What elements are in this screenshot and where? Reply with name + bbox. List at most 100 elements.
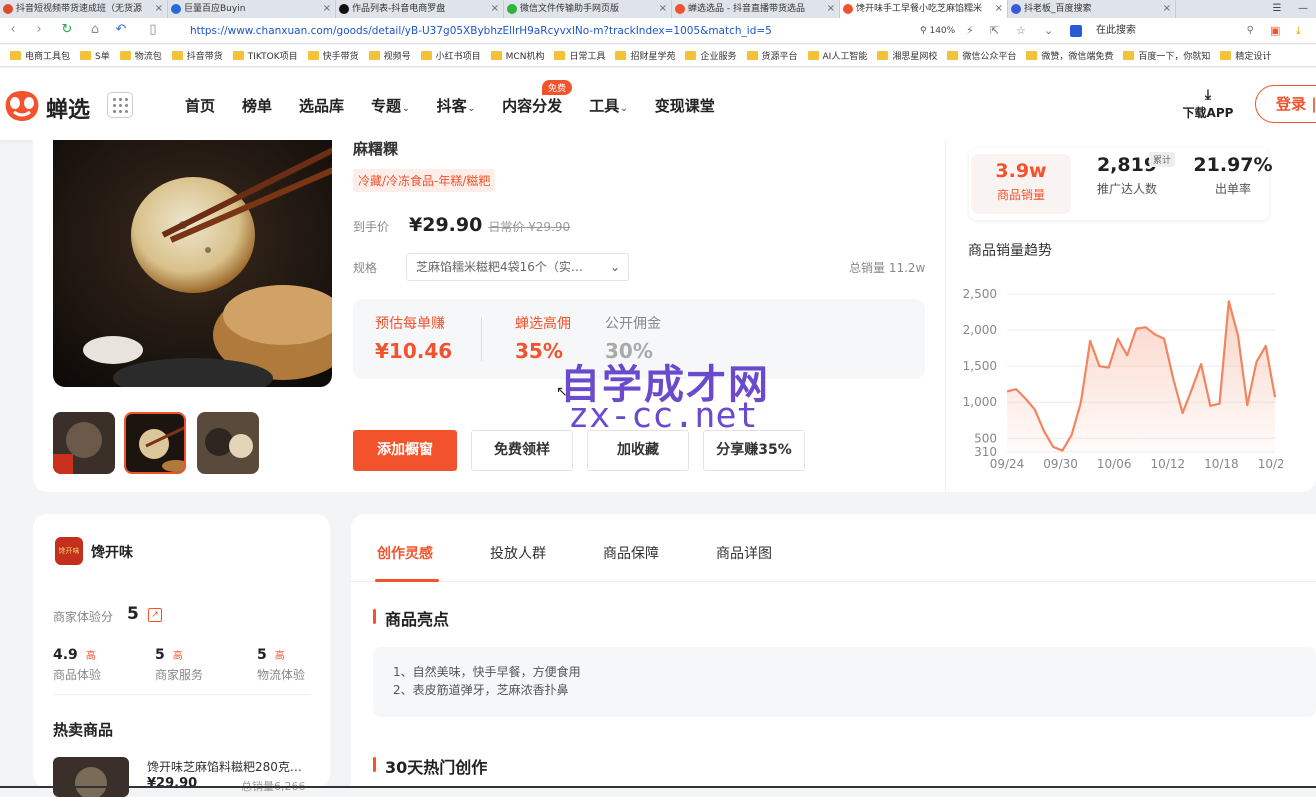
translate-icon[interactable]: ▣ xyxy=(1270,22,1280,40)
chevron-down-icon[interactable]: ⌄ xyxy=(1044,22,1053,40)
forward-icon[interactable]: › xyxy=(30,22,48,37)
bookmark-item[interactable]: S单 xyxy=(80,49,110,62)
shop-logo[interactable]: 馋开味 xyxy=(55,537,83,565)
zoom-level[interactable]: ⚲ 140% xyxy=(920,22,955,40)
browser-tab[interactable]: 微信文件传输助手网页版 × xyxy=(504,0,672,18)
nav-item[interactable]: 选品库 xyxy=(299,95,344,116)
nav-item[interactable]: 专题⌄ xyxy=(371,95,410,116)
thumbnail-1[interactable] xyxy=(53,412,115,474)
x-tick-label: 10/12 xyxy=(1151,457,1186,471)
browser-search-box[interactable]: 在此搜索 ⚲ xyxy=(1068,22,1258,40)
undo-icon[interactable]: ↶ xyxy=(112,22,130,37)
bookmark-item[interactable]: MCN机构 xyxy=(490,49,544,62)
subscore-product: 4.9 高 商品体验 xyxy=(53,644,101,683)
category-tag[interactable]: 冷藏/冷冻食品-年糕/糍粑 xyxy=(353,169,496,192)
tab-audience[interactable]: 投放人群 xyxy=(490,543,546,563)
tab-favicon-icon xyxy=(507,4,517,14)
reader-icon[interactable]: ▯ xyxy=(144,22,162,37)
browser-tab[interactable]: 抖音短视频带货速成班（无货源 × xyxy=(0,0,168,18)
bookmark-item[interactable]: 微赞，微信端免费 xyxy=(1026,49,1113,62)
bookmark-label: 物流包 xyxy=(134,52,162,62)
nav-item[interactable]: 变现课堂 xyxy=(655,95,715,116)
close-icon[interactable]: × xyxy=(1163,0,1171,18)
browser-tab[interactable]: 巨量百应Buyin × xyxy=(168,0,336,18)
free-sample-button[interactable]: 免费领样 xyxy=(471,430,573,471)
shop-name[interactable]: 馋开味 xyxy=(91,542,133,562)
thumbnail-2[interactable] xyxy=(124,412,186,474)
subscore-label: 商家服务 xyxy=(155,668,204,682)
close-icon[interactable]: × xyxy=(323,0,331,18)
hot-product-price: ¥29.90 xyxy=(147,776,198,791)
bookmark-item[interactable]: 快手带货 xyxy=(307,49,359,62)
nav-item[interactable]: 榜单 xyxy=(242,95,272,116)
close-icon[interactable]: × xyxy=(659,0,667,18)
add-to-showcase-button[interactable]: 添加橱窗 xyxy=(353,430,457,471)
logo-text[interactable]: 蝉选 xyxy=(46,92,90,124)
minimize-icon[interactable]: — xyxy=(1290,0,1316,18)
hot-product-image[interactable] xyxy=(53,757,129,797)
bookmark-item[interactable]: 小红书项目 xyxy=(420,49,481,62)
apps-grid-icon[interactable] xyxy=(107,92,133,118)
tab-detail-images[interactable]: 商品详图 xyxy=(716,543,772,563)
tab-title: 蝉选选品 - 抖音直播带货选品 xyxy=(688,4,805,14)
share-earn-button[interactable]: 分享赚35% xyxy=(703,430,805,471)
bookmark-item[interactable]: 货源平台 xyxy=(746,49,798,62)
menu-icon[interactable]: ☰ xyxy=(1264,0,1290,18)
close-icon[interactable]: × xyxy=(995,0,1003,18)
lightning-icon[interactable]: ⚡ xyxy=(966,22,974,40)
shop-score-value: 5 xyxy=(127,604,139,624)
refresh-icon[interactable]: ↻ xyxy=(58,22,76,37)
bookmark-item[interactable]: 视频号 xyxy=(368,49,411,62)
bookmark-item[interactable]: TIKTOK项目 xyxy=(232,49,298,62)
nav-item-label: 选品库 xyxy=(299,97,345,115)
bookmark-item[interactable]: 电商工具包 xyxy=(10,49,70,62)
nav-item[interactable]: 首页 xyxy=(185,95,215,116)
browser-tab[interactable]: 作品列表-抖音电商罗盘 × xyxy=(336,0,504,18)
bookmark-item[interactable]: 抖音带货 xyxy=(171,49,223,62)
browser-tab[interactable]: 馋开味手工早餐小吃芝麻馅糯米 × xyxy=(840,0,1008,18)
product-title: 麻糬粿 xyxy=(353,140,399,158)
nav-item-label: 抖客 xyxy=(436,97,467,115)
bookmark-item[interactable]: 日常工具 xyxy=(554,49,605,62)
bookmark-item[interactable]: 微信公众平台 xyxy=(947,49,1016,62)
hot-product-name[interactable]: 馋开味芝麻馅料糍粑280克… xyxy=(147,758,302,775)
nav-item[interactable]: 抖客⌄ xyxy=(437,95,476,116)
close-icon[interactable]: × xyxy=(491,0,499,18)
nav-item[interactable]: 内容分发 xyxy=(502,95,562,116)
bookmark-item[interactable]: AI人工智能 xyxy=(807,49,867,62)
login-button[interactable]: 登录 | xyxy=(1255,85,1316,123)
thumbnail-3[interactable] xyxy=(197,412,259,474)
subscore-value: 4.9 xyxy=(53,647,78,663)
bookmark-label: 百度一下，你就知 xyxy=(1138,52,1211,62)
bookmark-item[interactable]: 精定设计 xyxy=(1220,49,1271,62)
x-tick-label: 10/23 xyxy=(1258,457,1283,471)
bookmark-item[interactable]: 企业服务 xyxy=(685,49,737,62)
download-app-button[interactable]: ⤓ 下载APP xyxy=(1180,88,1236,121)
star-icon[interactable]: ☆ xyxy=(1016,22,1026,40)
tab-inspiration[interactable]: 创作灵感 xyxy=(377,543,433,563)
close-icon[interactable]: × xyxy=(155,0,163,18)
bookmark-item[interactable]: 百度一下，你就知 xyxy=(1123,49,1210,62)
browser-tab[interactable]: 蝉选选品 - 抖音直播带货选品 × xyxy=(672,0,840,18)
folder-icon xyxy=(80,51,92,60)
browser-tab[interactable]: 抖老板_百度搜索 × xyxy=(1008,0,1176,18)
tab-favicon-icon xyxy=(171,4,181,14)
download-icon[interactable]: ⤓ xyxy=(1296,22,1301,40)
add-favorite-button[interactable]: 加收藏 xyxy=(587,430,689,471)
back-icon[interactable]: ‹ xyxy=(4,22,22,37)
search-icon[interactable]: ⚲ xyxy=(1247,22,1254,40)
home-icon[interactable]: ⌂ xyxy=(86,22,104,37)
nav-item[interactable]: 工具⌄ xyxy=(589,95,628,116)
chanxuan-logo-icon[interactable] xyxy=(2,85,42,125)
spec-select[interactable]: 芝麻馅糯米糍粑4袋16个（实… ⌄ xyxy=(406,253,630,281)
close-icon[interactable]: × xyxy=(827,0,835,18)
bookmark-item[interactable]: 湘思星网校 xyxy=(877,49,937,62)
trend-icon[interactable]: ↗ xyxy=(148,608,162,622)
bookmark-item[interactable]: 物流包 xyxy=(119,49,162,62)
url-field[interactable]: https://www.chanxuan.com/goods/detail/yB… xyxy=(190,22,772,40)
bookmark-item[interactable]: 招财星学苑 xyxy=(615,49,675,62)
site-header: 蝉选 首页 榜单 选品库 专题⌄ 抖客⌄ 内容分发 工具⌄ 变现课堂 免费 ⤓ 下载APP 登… xyxy=(0,68,1316,140)
product-main-image[interactable] xyxy=(53,140,332,387)
share-page-icon[interactable]: ⇱ xyxy=(990,22,999,40)
tab-guarantee[interactable]: 商品保障 xyxy=(603,543,659,563)
